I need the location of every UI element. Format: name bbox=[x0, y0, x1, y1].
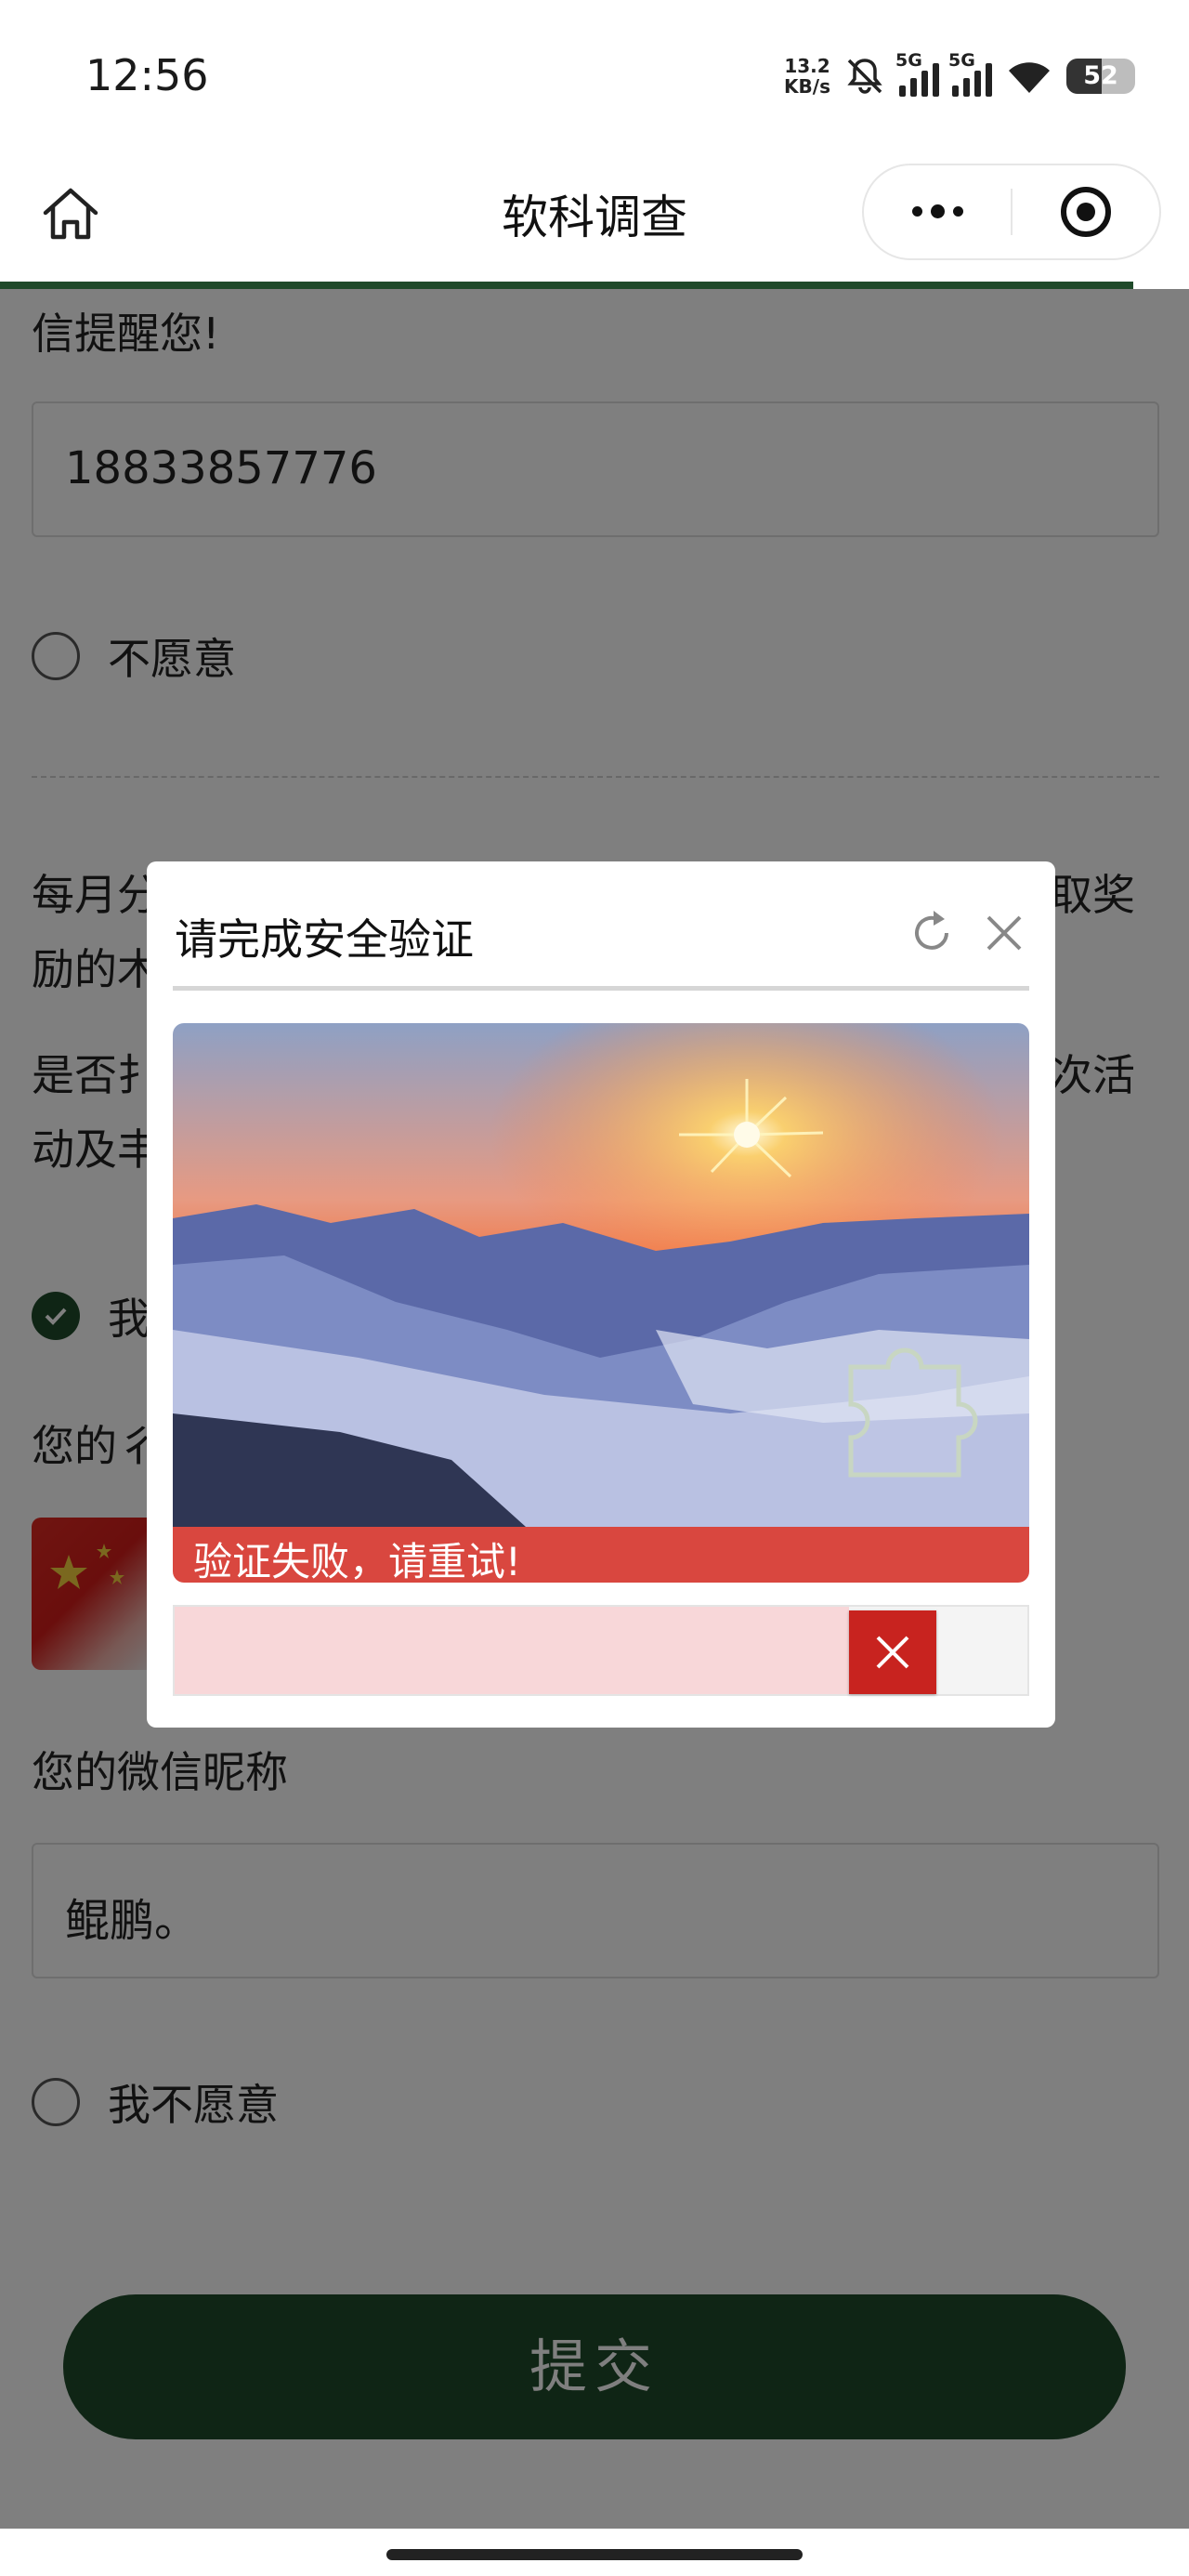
status-icons: 13.2 KB/s 5G 5G 52 bbox=[784, 48, 1135, 104]
net-speed: 13.2 KB/s bbox=[784, 56, 830, 97]
fail-banner: 验证失败，请重试! bbox=[173, 1527, 1029, 1584]
captcha-image bbox=[173, 1023, 1029, 1527]
close-icon[interactable] bbox=[981, 910, 1027, 956]
net-speed-value: 13.2 bbox=[784, 55, 830, 77]
captcha-title: 请完成安全验证 bbox=[175, 914, 474, 965]
bell-muted-icon bbox=[847, 59, 882, 94]
page-progress-bar bbox=[0, 282, 1133, 289]
signal-sim1-icon: 5G bbox=[895, 50, 939, 97]
signal-sim2-icon: 5G bbox=[948, 50, 992, 97]
puzzle-piece-icon bbox=[848, 1347, 978, 1478]
nav-header: 软科调查 bbox=[0, 158, 1189, 293]
sim1-label: 5G bbox=[895, 50, 922, 71]
captcha-dialog: 请完成安全验证 验证失败，请重试! bbox=[147, 861, 1055, 1728]
battery-icon: 52 bbox=[1066, 59, 1135, 94]
captcha-divider bbox=[173, 986, 1029, 991]
exit-mini-program-button[interactable] bbox=[1013, 184, 1159, 240]
status-bar: 12:56 13.2 KB/s 5G 5G 52 bbox=[0, 0, 1189, 158]
refresh-icon[interactable] bbox=[906, 907, 958, 959]
home-indicator bbox=[0, 2529, 1189, 2576]
sim2-label: 5G bbox=[948, 50, 975, 71]
status-time: 12:56 bbox=[85, 50, 209, 100]
slider-handle[interactable] bbox=[849, 1610, 936, 1694]
x-icon bbox=[876, 1636, 909, 1669]
wifi-icon bbox=[1009, 62, 1050, 93]
target-circle-icon bbox=[1061, 187, 1111, 237]
app-root: 12:56 13.2 KB/s 5G 5G 52 软科调查 请完成安全验证 验证… bbox=[0, 0, 1189, 2576]
mini-program-capsule bbox=[862, 164, 1161, 260]
slider-progress bbox=[175, 1607, 849, 1694]
more-dots-icon[interactable] bbox=[864, 204, 1011, 218]
net-speed-unit: KB/s bbox=[784, 75, 830, 98]
fail-message: 验证失败，请重试! bbox=[193, 1539, 521, 1584]
battery-level: 52 bbox=[1083, 61, 1118, 90]
slider-track[interactable] bbox=[173, 1605, 1029, 1696]
